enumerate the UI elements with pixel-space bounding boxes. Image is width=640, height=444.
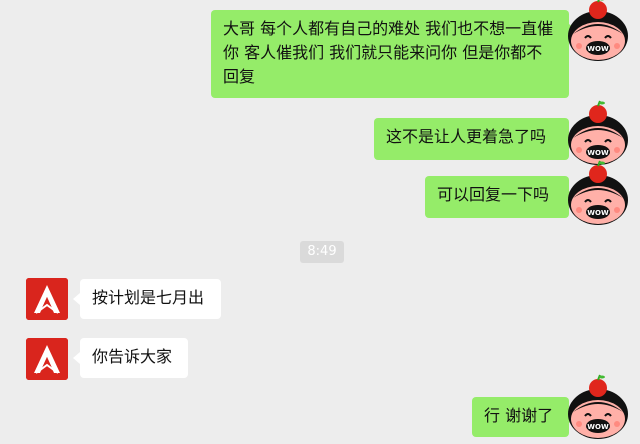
self-avatar-icon[interactable] — [565, 0, 631, 62]
message-text: 行 谢谢了 — [484, 406, 554, 425]
message-text: 大哥 每个人都有自己的难处 我们也不想一直催你 客人催我们 我们就只能来问你 但… — [223, 19, 554, 86]
message-bubble-self[interactable]: 大哥 每个人都有自己的难处 我们也不想一直催你 客人催我们 我们就只能来问你 但… — [211, 10, 569, 98]
message-bubble-self[interactable]: 可以回复一下吗 — [425, 176, 569, 218]
self-avatar-icon[interactable] — [565, 100, 631, 166]
self-avatar-icon[interactable] — [565, 374, 631, 440]
message-bubble-contact[interactable]: 按计划是七月出 — [80, 279, 221, 319]
message-text: 按计划是七月出 — [92, 288, 205, 307]
bubble-tail — [73, 352, 80, 364]
message-bubble-contact[interactable]: 你告诉大家 — [80, 338, 188, 378]
contact-avatar-icon[interactable] — [26, 338, 68, 380]
message-text: 你告诉大家 — [92, 347, 173, 366]
contact-avatar-icon[interactable] — [26, 278, 68, 320]
bubble-tail — [73, 293, 80, 305]
message-bubble-self[interactable]: 行 谢谢了 — [472, 397, 569, 437]
self-avatar-icon[interactable] — [565, 160, 631, 226]
message-bubble-self[interactable]: 这不是让人更着急了吗 — [374, 118, 569, 160]
message-timestamp: 8:49 — [300, 241, 344, 263]
message-text: 这不是让人更着急了吗 — [386, 127, 547, 146]
message-text: 可以回复一下吗 — [437, 185, 550, 204]
